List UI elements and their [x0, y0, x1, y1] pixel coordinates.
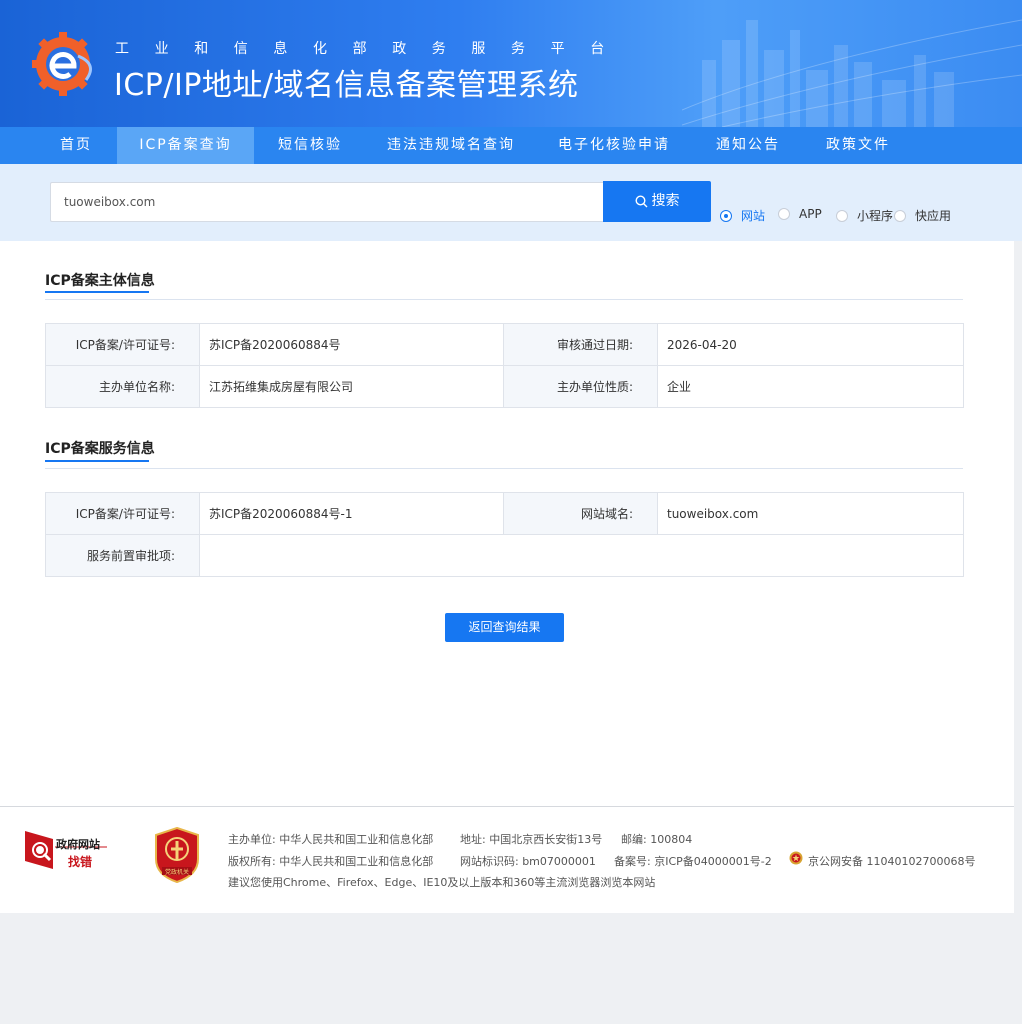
org-name-label: 主办单位名称: — [45, 365, 200, 408]
search-bar: 搜索 网站 APP 小程序 快应用 — [0, 164, 1022, 241]
nav-item-policy[interactable]: 政策文件 — [814, 127, 902, 164]
footer-sponsor: 主办单位: 中华人民共和国工业和信息化部 — [228, 833, 434, 846]
main-nav: 首页 ICP备案查询 短信核验 违法违规域名查询 电子化核验申请 通知公告 政策… — [0, 127, 1022, 164]
pre-approval-value — [199, 534, 964, 577]
footer-police-record[interactable]: 京公网安备 11040102700068号 — [808, 853, 975, 869]
party-government-badge-icon[interactable]: 党政机关 — [154, 827, 200, 883]
radio-mini-program[interactable]: 小程序 — [836, 207, 894, 223]
police-emblem-icon — [789, 851, 803, 865]
nav-item-home[interactable]: 首页 — [40, 127, 112, 164]
city-skyline-decoration — [682, 19, 1022, 127]
service-license-value: 苏ICP备2020060884号-1 — [199, 492, 504, 535]
radio-dot-checked-icon — [720, 209, 732, 222]
search-input[interactable] — [50, 182, 603, 222]
footer-postcode: 邮编: 100804 — [621, 833, 693, 846]
section-divider — [45, 299, 963, 300]
radio-website-label: 网站 — [741, 209, 766, 223]
radio-dot-icon — [894, 209, 906, 222]
back-to-results-button[interactable]: 返回查询结果 — [445, 613, 564, 642]
radio-mini-program-label: 小程序 — [857, 209, 894, 223]
search-button-label: 搜索 — [651, 193, 680, 209]
badge-label: 党政机关 — [165, 868, 189, 876]
site-header: 工业和信息化部政务服务平台 ICP/IP地址/域名信息备案管理系统 — [0, 0, 1022, 127]
nav-item-e-verify[interactable]: 电子化核验申请 — [548, 127, 680, 164]
footer-icp-record[interactable]: 备案号: 京ICP备04000001号-2 — [614, 853, 772, 869]
radio-dot-icon — [836, 209, 848, 222]
search-icon — [634, 194, 647, 207]
org-name-value: 江苏拓维集成房屋有限公司 — [199, 365, 504, 408]
platform-subtitle: 工业和信息化部政务服务平台 — [115, 41, 630, 57]
nav-item-sms-verify[interactable]: 短信核验 — [262, 127, 358, 164]
pre-approval-label: 服务前置审批项: — [45, 534, 200, 577]
nav-item-illegal-domain[interactable]: 违法违规域名查询 — [378, 127, 524, 164]
radio-app[interactable]: APP — [778, 207, 822, 221]
system-title: ICP/IP地址/域名信息备案管理系统 — [114, 68, 579, 103]
table-row: ICP备案/许可证号: 苏ICP备2020060884号-1 网站域名: tuo… — [45, 492, 964, 535]
table-row: 服务前置审批项: — [45, 534, 964, 577]
org-type-label: 主办单位性质: — [503, 365, 658, 408]
search-button[interactable]: 搜索 — [603, 181, 711, 222]
license-value: 苏ICP备2020060884号 — [199, 323, 504, 366]
radio-quick-app[interactable]: 快应用 — [894, 207, 952, 223]
main-content: ICP备案主体信息 ICP备案/许可证号: 苏ICP备2020060884号 审… — [0, 241, 1014, 806]
org-type-value: 企业 — [657, 365, 964, 408]
table-row: 主办单位名称: 江苏拓维集成房屋有限公司 主办单位性质: 企业 — [45, 365, 964, 408]
radio-website[interactable]: 网站 — [720, 207, 766, 223]
domain-label: 网站域名: — [503, 492, 658, 535]
service-license-label: ICP备案/许可证号: — [45, 492, 200, 535]
radio-dot-icon — [778, 207, 790, 220]
table-row: ICP备案/许可证号: 苏ICP备2020060884号 审核通过日期: 202… — [45, 323, 964, 366]
service-info-table: ICP备案/许可证号: 苏ICP备2020060884号-1 网站域名: tuo… — [45, 492, 964, 577]
approve-date-value: 2026-04-20 — [657, 323, 964, 366]
footer-copyright: 版权所有: 中华人民共和国工业和信息化部 — [228, 855, 434, 868]
gov-site-label: 政府网站 — [56, 838, 100, 851]
radio-quick-app-label: 快应用 — [915, 209, 952, 223]
miit-logo-icon — [32, 32, 92, 96]
subject-info-table: ICP备案/许可证号: 苏ICP备2020060884号 审核通过日期: 202… — [45, 323, 964, 408]
footer-site-id: 网站标识码: bm07000001 — [460, 855, 596, 868]
site-footer: 政府网站 找错 党政机关 主办单位: 中华人民共和国工业和信息化部 地址: 中国… — [0, 806, 1014, 913]
license-label: ICP备案/许可证号: — [45, 323, 200, 366]
section-underline — [45, 291, 149, 293]
approve-date-label: 审核通过日期: — [503, 323, 658, 366]
footer-browser-note: 建议您使用Chrome、Firefox、Edge、IE10及以上版本和360等主… — [228, 876, 656, 889]
radio-app-label: APP — [799, 207, 822, 221]
service-info-title: ICP备案服务信息 — [45, 441, 155, 457]
footer-address: 地址: 中国北京西长安街13号 — [460, 833, 603, 846]
nav-item-notice[interactable]: 通知公告 — [704, 127, 792, 164]
gov-error-label: 找错 — [68, 855, 93, 869]
domain-value: tuoweibox.com — [657, 492, 964, 535]
section-underline — [45, 460, 149, 462]
section-divider — [45, 468, 963, 469]
subject-info-title: ICP备案主体信息 — [45, 273, 155, 289]
nav-item-icp-query[interactable]: ICP备案查询 — [117, 127, 254, 164]
